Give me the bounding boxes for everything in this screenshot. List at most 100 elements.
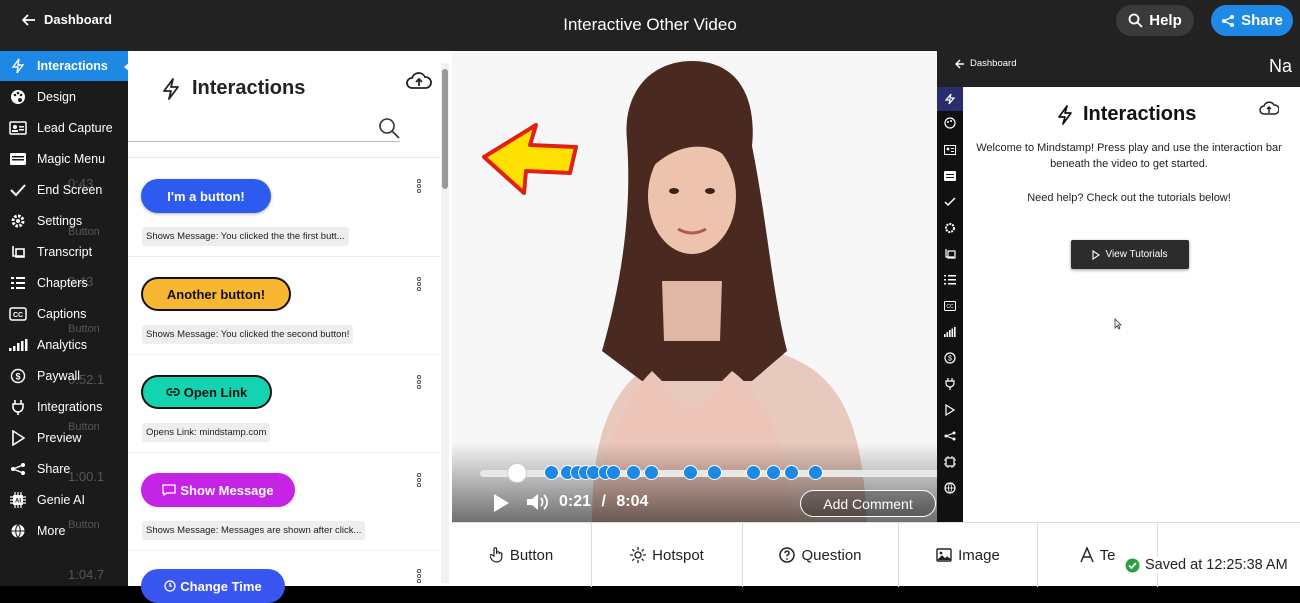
scrollbar-thumb[interactable] <box>442 69 448 189</box>
cloud-upload-icon[interactable] <box>1259 101 1279 117</box>
rail-item-design[interactable] <box>944 117 956 129</box>
tool-text[interactable]: Te <box>1038 523 1158 587</box>
kebab-menu-icon[interactable] <box>417 179 421 194</box>
timeline-interaction-marker[interactable] <box>766 465 781 480</box>
gear-icon <box>945 223 955 233</box>
timeline-interaction-marker[interactable] <box>707 465 722 480</box>
sidebar-item-label: Integrations <box>37 400 103 414</box>
interaction-button-preview[interactable]: Open Link <box>141 375 272 409</box>
play-icon[interactable] <box>492 493 510 513</box>
timeline-interaction-marker[interactable] <box>808 465 823 480</box>
menu-card-icon <box>10 153 26 165</box>
interaction-card[interactable]: I'm a button! Shows Message: You clicked… <box>128 159 440 257</box>
search-icon[interactable] <box>378 117 400 139</box>
rail-item-lead-capture[interactable] <box>944 144 956 156</box>
sidebar-item-label: Magic Menu <box>37 152 106 166</box>
hotspot-icon <box>630 547 647 563</box>
help-button[interactable]: Help <box>1116 5 1194 36</box>
add-comment-button[interactable]: Add Comment <box>800 490 936 517</box>
timeline-interaction-marker[interactable] <box>683 465 698 480</box>
sidebar-item-design[interactable]: Design <box>0 82 128 112</box>
sidebar-item-settings[interactable]: Settings <box>0 206 128 236</box>
kebab-menu-icon[interactable] <box>417 375 421 390</box>
sidebar-item-integrations[interactable]: Integrations <box>0 392 128 422</box>
interaction-button-preview[interactable]: Another button! <box>141 277 291 311</box>
timeline-interaction-marker[interactable] <box>746 465 761 480</box>
panel-scrollbar[interactable] <box>441 63 449 583</box>
sidebar-item-lead-capture[interactable]: Lead Capture <box>0 113 128 143</box>
plug-icon <box>12 400 24 415</box>
video-player[interactable] <box>452 51 937 522</box>
rail-item-chapters[interactable] <box>944 274 956 286</box>
rail-item-magic-menu[interactable] <box>944 170 956 182</box>
viewer-preview-pane: Dashboard Na CC $ Interactions Welcome t… <box>937 51 1300 522</box>
tool-hotspot[interactable]: Hotspot <box>592 523 743 587</box>
ai-chip-icon: AI <box>10 492 26 508</box>
sidebar-item-share[interactable]: Share <box>0 454 128 484</box>
sidebar-item-chapters[interactable]: Chapters <box>0 268 128 298</box>
kebab-menu-icon[interactable] <box>417 569 421 584</box>
timeline-interaction-marker[interactable] <box>644 465 659 480</box>
interaction-button-preview[interactable]: I'm a button! <box>141 179 271 213</box>
sidebar-item-interactions[interactable]: Interactions <box>0 51 128 81</box>
rail-item-paywall[interactable]: $ <box>944 352 956 364</box>
view-tutorials-button[interactable]: View Tutorials <box>1071 240 1189 269</box>
play-outline-icon <box>1092 249 1101 260</box>
timeline-interaction-marker[interactable] <box>784 465 799 480</box>
sidebar-item-preview[interactable]: Preview <box>0 423 128 453</box>
interaction-button-label: I'm a button! <box>167 188 245 204</box>
interaction-button-preview[interactable]: Change Time <box>141 569 285 603</box>
tool-question[interactable]: Question <box>743 523 899 587</box>
timeline-interaction-marker[interactable] <box>626 465 641 480</box>
sidebar-item-paywall[interactable]: $ Paywall <box>0 361 128 391</box>
sidebar-item-analytics[interactable]: Analytics <box>0 330 128 360</box>
kebab-menu-icon[interactable] <box>417 277 421 292</box>
search-input[interactable] <box>128 119 373 141</box>
sidebar-item-label: Design <box>37 90 76 104</box>
rail-item-preview[interactable] <box>944 404 956 416</box>
interactions-panel: Interactions I'm a button! Shows Message… <box>128 51 452 603</box>
tool-label: Button <box>509 546 554 564</box>
progress-scrubber-handle[interactable] <box>507 463 527 483</box>
sidebar-item-genie-ai[interactable]: AI Genie AI <box>0 485 128 515</box>
time-display: 0:21 / 8:04 <box>559 493 648 511</box>
tool-image[interactable]: Image <box>899 523 1038 587</box>
check-icon <box>944 197 956 207</box>
sidebar-item-more[interactable]: More <box>0 516 128 546</box>
rail-item-captions[interactable]: CC <box>944 300 956 312</box>
volume-icon[interactable] <box>526 492 550 512</box>
timeline-interaction-marker[interactable] <box>606 465 621 480</box>
interaction-description: Shows Message: You clicked the the first… <box>142 227 349 246</box>
preview-panel-title: Interactions <box>1057 103 1196 126</box>
rail-item-interactions[interactable] <box>937 87 963 111</box>
share-button[interactable]: Share <box>1211 5 1293 36</box>
rail-item-end-screen[interactable] <box>944 196 956 208</box>
sidebar-item-end-screen[interactable]: End Screen <box>0 175 128 205</box>
kebab-menu-icon[interactable] <box>417 473 421 488</box>
rail-item-settings[interactable] <box>944 222 956 234</box>
interaction-card[interactable]: Another button! Shows Message: You click… <box>128 257 440 355</box>
rail-item-share[interactable] <box>944 430 956 442</box>
tool-button[interactable]: Button <box>452 523 592 587</box>
rail-item-transcript[interactable] <box>944 248 956 260</box>
rail-item-more[interactable] <box>944 482 956 494</box>
svg-text:$: $ <box>948 356 952 363</box>
interaction-card[interactable]: Show Message Shows Message: Messages are… <box>128 453 440 551</box>
sidebar-item-magic-menu[interactable]: Magic Menu <box>0 144 128 174</box>
sidebar-item-transcript[interactable]: Transcript <box>0 237 128 267</box>
clock-icon <box>164 580 176 592</box>
preview-back-link[interactable]: Dashboard <box>955 58 1016 69</box>
palette-icon <box>11 90 25 104</box>
list-icon <box>11 277 25 289</box>
rail-item-genie-ai[interactable] <box>944 456 956 468</box>
sidebar-item-captions[interactable]: CC Captions <box>0 299 128 329</box>
interaction-card[interactable]: Change Time <box>128 551 440 603</box>
plug-icon <box>945 378 955 390</box>
rail-item-analytics[interactable] <box>944 326 956 338</box>
rail-item-integrations[interactable] <box>944 378 956 390</box>
interaction-button-label: Change Time <box>180 578 262 594</box>
interaction-card[interactable]: Open Link Opens Link: mindstamp.com <box>128 355 440 453</box>
interaction-button-preview[interactable]: Show Message <box>141 473 295 507</box>
cloud-upload-icon[interactable] <box>406 71 432 91</box>
timeline-interaction-marker[interactable] <box>544 465 559 480</box>
